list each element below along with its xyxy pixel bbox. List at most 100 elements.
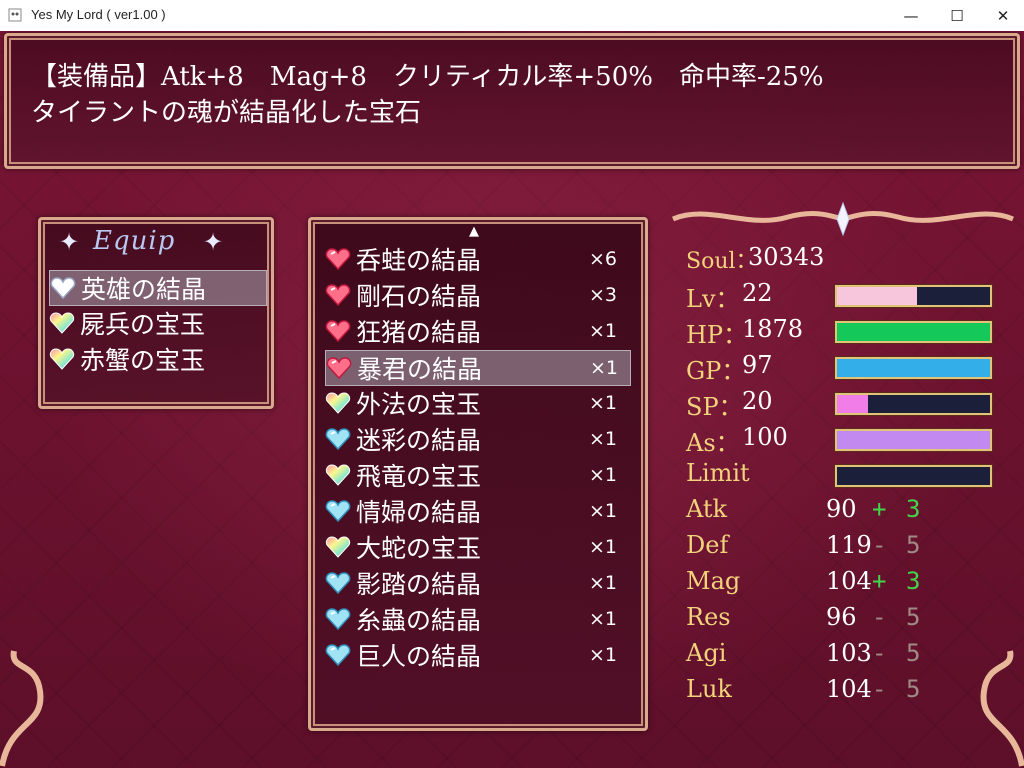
item-quantity: ×3	[588, 284, 617, 306]
gauge-fill	[837, 323, 990, 341]
param-label-res: Res	[686, 603, 731, 631]
soul-label: Soul：	[686, 249, 758, 274]
item-name: 影踏の結晶	[356, 570, 482, 599]
param-value-res: 96	[826, 603, 857, 631]
rainbow-gem-icon	[49, 347, 75, 371]
item-quantity: ×1	[588, 608, 617, 630]
item-row[interactable]: 呑蛙の結晶 ×6	[325, 242, 629, 276]
param-value-mag: 104	[826, 567, 872, 595]
gauge-bar-lv	[835, 285, 992, 307]
item-name: 剛石の結晶	[356, 282, 482, 311]
app-icon	[8, 8, 22, 22]
status-panel: Soul： 30343 Lv： 22 HP： 1878 GP： 97 SP： 20 As： 100…	[662, 221, 1002, 731]
gauge-label-hp: HP：	[686, 321, 748, 349]
sparkle-icon: ✦	[59, 228, 80, 256]
item-name: 迷彩の結晶	[356, 426, 482, 455]
item-effect-text: 【装備品】Atk+8 Mag+8 クリティカル率+50% 命中率-25%	[31, 62, 824, 92]
sparkle-icon: ✦	[203, 228, 224, 256]
param-diff-value: 5	[906, 603, 921, 631]
param-label-agi: Agi	[686, 639, 727, 667]
gauge-value-as: 100	[742, 423, 788, 451]
param-value-atk: 90	[826, 495, 857, 523]
param-diff-value: 5	[906, 675, 921, 703]
param-diff-sign: +	[872, 495, 887, 523]
item-row[interactable]: 糸蟲の結晶 ×1	[325, 602, 629, 636]
item-quantity: ×1	[589, 357, 618, 379]
equip-slot-name: 赤蟹の宝玉	[80, 346, 206, 375]
item-quantity: ×1	[588, 644, 617, 666]
rainbow-gem-icon	[325, 535, 351, 559]
gauge-value-lv: 22	[742, 279, 773, 307]
gauge-bar-sp	[835, 393, 992, 415]
blue-heart-gem-icon	[325, 499, 351, 523]
item-row[interactable]: 情婦の結晶 ×1	[325, 494, 629, 528]
param-value-def: 119	[826, 531, 872, 559]
scroll-up-icon[interactable]: ▲	[469, 224, 479, 239]
minimize-icon: —	[903, 6, 919, 25]
param-diff-sign: -	[872, 603, 887, 631]
gauge-label-sp: SP：	[686, 393, 743, 421]
param-diff-value: 5	[906, 639, 921, 667]
gauge-fill	[837, 431, 990, 449]
equip-slot[interactable]: 屍兵の宝玉	[49, 306, 265, 340]
param-diff-value: 3	[906, 567, 921, 595]
gauge-bar-as	[835, 429, 992, 451]
equip-slot[interactable]: 英雄の結晶	[49, 270, 267, 306]
red-heart-gem-icon	[325, 319, 351, 343]
corner-ornament-icon	[0, 650, 44, 767]
close-button[interactable]: ✕	[980, 0, 1024, 31]
gauge-label-gp: GP：	[686, 357, 746, 385]
param-diff-sign: -	[872, 675, 887, 703]
item-name: 呑蛙の結晶	[356, 246, 482, 275]
blue-heart-gem-icon	[325, 643, 351, 667]
item-quantity: ×1	[588, 392, 617, 414]
item-quantity: ×1	[588, 320, 617, 342]
item-name: 情婦の結晶	[356, 498, 482, 527]
gauge-fill	[837, 287, 917, 305]
item-row[interactable]: 大蛇の宝玉 ×1	[325, 530, 629, 564]
red-heart-gem-icon	[326, 356, 352, 380]
gauge-label-as: As：	[686, 429, 740, 457]
item-quantity: ×1	[588, 464, 617, 486]
equip-title: Equip	[93, 226, 176, 256]
item-quantity: ×1	[588, 536, 617, 558]
gauge-label-lv: Lv：	[686, 285, 740, 313]
gauge-value-gp: 97	[742, 351, 773, 379]
param-label-def: Def	[686, 531, 729, 559]
rainbow-gem-icon	[325, 463, 351, 487]
item-description-text: タイラントの魂が結晶化した宝石	[31, 98, 422, 128]
param-diff-value: 5	[906, 531, 921, 559]
game-screen: 【装備品】Atk+8 Mag+8 クリティカル率+50% 命中率-25% タイラ…	[0, 31, 1024, 768]
gauge-bar-gp	[835, 357, 992, 379]
gauge-value-hp: 1878	[742, 315, 804, 343]
item-row[interactable]: 外法の宝玉 ×1	[325, 386, 629, 420]
maximize-button[interactable]: ☐	[934, 0, 980, 31]
rainbow-gem-icon	[325, 391, 351, 415]
gauge-value-sp: 20	[742, 387, 773, 415]
gauge-bar-limit	[835, 465, 992, 487]
param-diff-value: 3	[906, 495, 921, 523]
item-row[interactable]: 飛竜の宝玉 ×1	[325, 458, 629, 492]
item-quantity: ×1	[588, 572, 617, 594]
item-name: 暴君の結晶	[357, 355, 483, 384]
item-name: 大蛇の宝玉	[356, 534, 482, 563]
item-row[interactable]: 狂猪の結晶 ×1	[325, 314, 629, 348]
param-diff-sign: +	[872, 567, 887, 595]
red-heart-gem-icon	[325, 247, 351, 271]
param-value-agi: 103	[826, 639, 872, 667]
item-row[interactable]: 巨人の結晶 ×1	[325, 638, 629, 672]
maximize-icon: ☐	[950, 6, 964, 25]
param-diff-sign: -	[872, 639, 887, 667]
param-label-luk: Luk	[686, 675, 732, 703]
item-name: 狂猪の結晶	[356, 318, 482, 347]
minimize-button[interactable]: —	[888, 0, 934, 31]
item-quantity: ×1	[588, 500, 617, 522]
item-quantity: ×1	[588, 428, 617, 450]
item-row[interactable]: 迷彩の結晶 ×1	[325, 422, 629, 456]
item-row[interactable]: 剛石の結晶 ×3	[325, 278, 629, 312]
gauge-fill	[837, 359, 990, 377]
equip-slot[interactable]: 赤蟹の宝玉	[49, 342, 265, 376]
red-heart-gem-icon	[325, 283, 351, 307]
item-row[interactable]: 影踏の結晶 ×1	[325, 566, 629, 600]
item-row[interactable]: 暴君の結晶 ×1	[325, 350, 631, 386]
